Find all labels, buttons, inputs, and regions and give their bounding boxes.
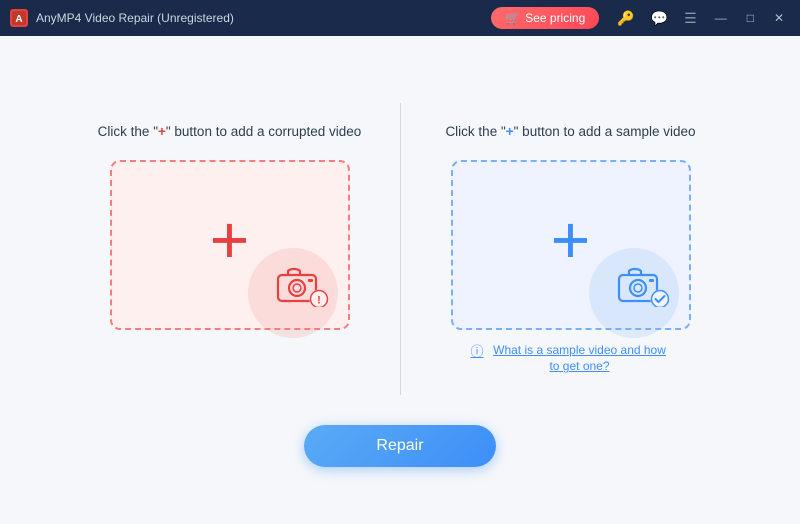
menu-icon-button[interactable]: ☰ (678, 6, 703, 31)
repair-button[interactable]: Repair (304, 425, 495, 467)
cart-icon: 🛒 (505, 11, 520, 25)
titlebar-right: 🛒 See pricing 🔑 💬 ☰ — □ ✕ (491, 6, 792, 31)
panels-row: Click the "+" button to add a corrupted … (0, 83, 800, 415)
left-panel: Click the "+" button to add a corrupted … (60, 103, 400, 350)
left-plus-icon: + (210, 206, 250, 274)
sample-video-dropzone[interactable]: + (451, 160, 691, 330)
svg-text:!: ! (317, 294, 321, 306)
app-icon: A (10, 9, 28, 27)
camera-error-decoration: ! (276, 265, 330, 312)
minimize-button[interactable]: — (707, 7, 735, 29)
chat-icon-button[interactable]: 💬 (645, 6, 674, 31)
right-plus-icon: + (551, 206, 591, 274)
key-icon-button[interactable]: 🔑 (611, 6, 640, 31)
titlebar: A AnyMP4 Video Repair (Unregistered) 🛒 S… (0, 0, 800, 36)
right-dropzone-inner: + (453, 162, 689, 328)
help-circle-icon: ⓘ (471, 343, 484, 361)
svg-text:A: A (15, 14, 22, 25)
main-content: Click the "+" button to add a corrupted … (0, 36, 800, 524)
maximize-button[interactable]: □ (739, 7, 762, 29)
camera-check-decoration (617, 265, 671, 312)
repair-button-row: Repair (304, 425, 495, 467)
see-pricing-button[interactable]: 🛒 See pricing (491, 7, 599, 29)
titlebar-left: A AnyMP4 Video Repair (Unregistered) (10, 9, 234, 27)
close-button[interactable]: ✕ (766, 7, 792, 29)
right-panel: Click the "+" button to add a sample vid… (401, 103, 741, 395)
app-title: AnyMP4 Video Repair (Unregistered) (36, 11, 234, 25)
right-panel-label: Click the "+" button to add a sample vid… (445, 123, 695, 142)
left-dropzone-inner: + (112, 162, 348, 328)
corrupted-video-dropzone[interactable]: + (110, 160, 350, 330)
left-panel-label: Click the "+" button to add a corrupted … (98, 123, 362, 142)
sample-video-help-link[interactable]: ⓘ What is a sample video and how to get … (471, 342, 671, 376)
